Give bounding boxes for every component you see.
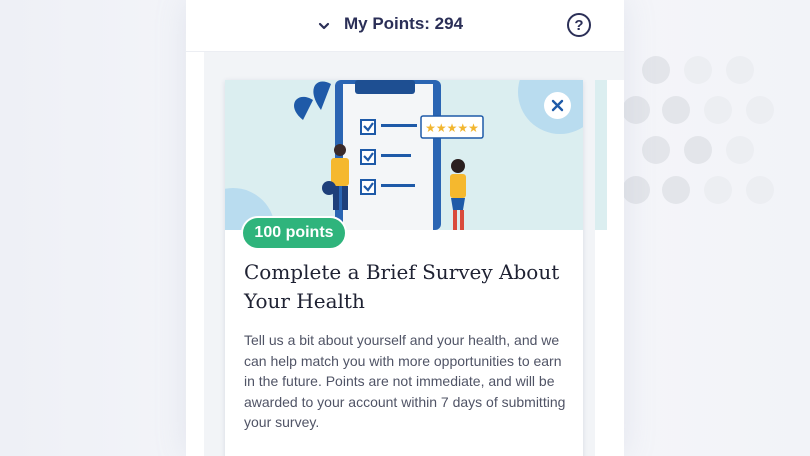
- offers-carousel: ★★★★★ 100 points Complete a Brief Survey…: [204, 52, 624, 456]
- chevron-down-icon[interactable]: [317, 19, 331, 33]
- points-header: My Points: 294 ?: [186, 0, 624, 52]
- points-balance[interactable]: My Points: 294: [344, 14, 463, 34]
- points-badge: 100 points: [241, 216, 347, 250]
- app-panel: My Points: 294 ? ★★★★★ 100 points Comple…: [186, 0, 624, 456]
- close-icon[interactable]: [544, 92, 571, 119]
- next-offer-card[interactable]: [595, 80, 624, 456]
- survey-offer-card[interactable]: ★★★★★ 100 points Complete a Brief Survey…: [225, 80, 583, 456]
- card-title: Complete a Brief Survey About Your Healt…: [244, 260, 560, 313]
- help-icon[interactable]: ?: [567, 13, 591, 37]
- survey-clipboard-illustration: ★★★★★: [225, 80, 583, 230]
- svg-text:★★★★★: ★★★★★: [425, 121, 479, 135]
- decorative-dots: [618, 48, 810, 218]
- card-description: Tell us a bit about yourself and your he…: [244, 332, 566, 430]
